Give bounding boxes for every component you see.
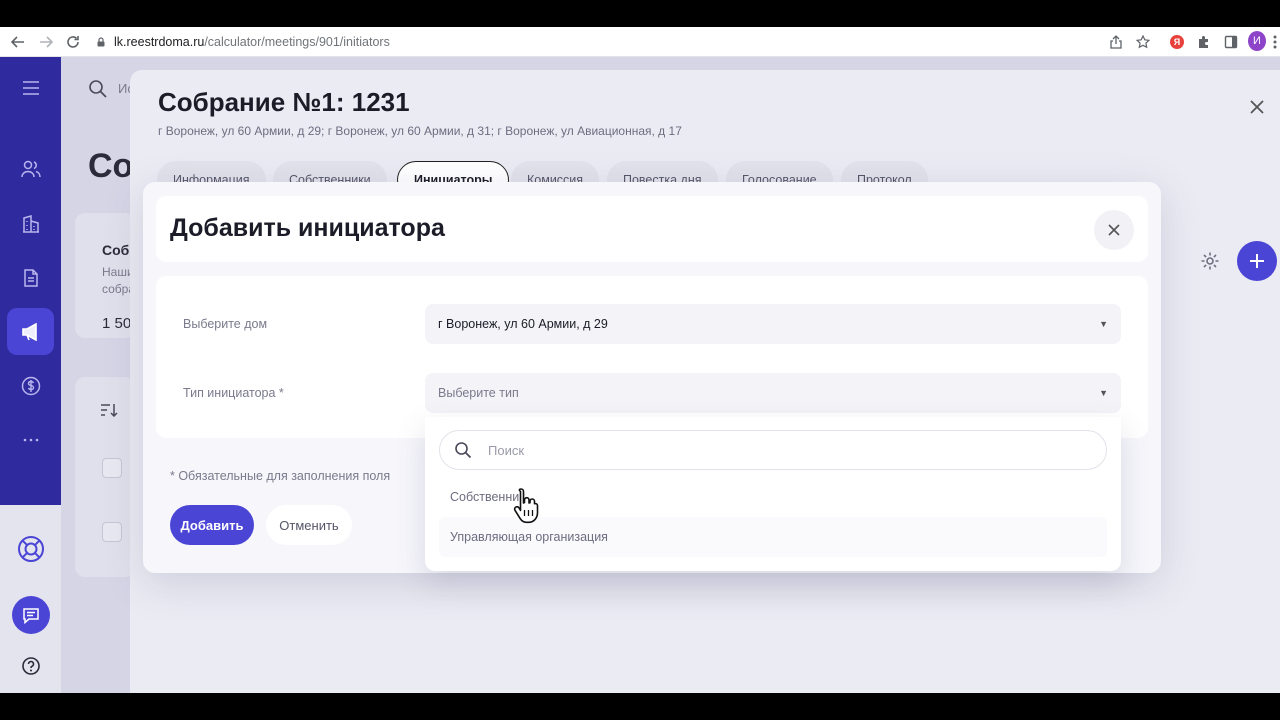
drawer-close-button[interactable]	[1243, 93, 1271, 121]
dropdown-search[interactable]	[439, 430, 1107, 470]
modal-title: Добавить инициатора	[170, 214, 445, 242]
bg-row-checkbox	[102, 522, 122, 542]
sidebar-bottom	[0, 505, 61, 693]
close-icon	[1250, 100, 1264, 114]
yandex-extension-icon[interactable]: Я	[1168, 33, 1186, 51]
lock-icon	[97, 37, 105, 47]
house-select-value: г Воронеж, ул 60 Армии, д 29	[438, 317, 608, 331]
chat-icon	[23, 607, 39, 624]
help-icon[interactable]	[21, 656, 41, 676]
menu-dots-icon[interactable]	[1266, 33, 1280, 51]
url-path: /calculator/meetings/901/initiators	[204, 35, 390, 49]
hand-cursor-icon	[513, 488, 539, 524]
add-button[interactable]	[1237, 241, 1277, 281]
caret-down-icon: ▼	[1099, 319, 1108, 329]
settings-gear-icon[interactable]	[1196, 247, 1224, 275]
search-icon	[88, 79, 108, 104]
initiator-type-label: Тип инициатора *	[183, 386, 284, 400]
bg-page-title: Со	[88, 147, 134, 185]
modal-form	[156, 276, 1148, 438]
browser-toolbar: lk.reestrdoma.ru/calculator/meetings/901…	[0, 27, 1280, 57]
house-label: Выберите дом	[183, 317, 268, 331]
letterbox-bottom	[0, 693, 1280, 720]
sidebar	[0, 57, 61, 505]
chat-button[interactable]	[12, 596, 50, 634]
lifebuoy-icon[interactable]	[14, 532, 48, 566]
profile-avatar[interactable]: И	[1248, 31, 1266, 51]
app-root: Ис Со Собр Наши собра 1 50 Собрание №1: …	[0, 57, 1280, 693]
letterbox-top	[0, 0, 1280, 27]
required-fields-note: * Обязательные для заполнения поля	[170, 469, 391, 483]
drawer-address: г Воронеж, ул 60 Армии, д 29; г Воронеж,…	[158, 124, 682, 138]
puzzle-icon[interactable]	[1195, 33, 1213, 51]
add-initiator-button[interactable]: Добавить	[170, 505, 254, 545]
users-icon[interactable]	[18, 156, 44, 182]
back-arrow-icon[interactable]	[8, 32, 28, 52]
url-host: lk.reestrdoma.ru	[114, 35, 205, 49]
bg-card-line1: Наши	[102, 265, 134, 279]
megaphone-icon	[18, 319, 44, 345]
hamburger-icon[interactable]	[18, 75, 44, 101]
document-icon[interactable]	[18, 265, 44, 291]
house-select[interactable]: г Воронеж, ул 60 Армии, д 29 ▼	[425, 304, 1121, 344]
share-icon[interactable]	[1107, 33, 1125, 51]
sort-icon	[100, 403, 118, 422]
cancel-button[interactable]: Отменить	[266, 505, 352, 545]
dropdown-search-input[interactable]	[486, 441, 1050, 459]
coin-icon[interactable]	[18, 373, 44, 399]
star-icon[interactable]	[1134, 33, 1152, 51]
sidepanel-icon[interactable]	[1222, 33, 1240, 51]
drawer-title: Собрание №1: 1231	[158, 87, 410, 117]
search-icon	[455, 442, 472, 459]
forward-arrow-icon[interactable]	[36, 32, 56, 52]
reload-icon[interactable]	[63, 32, 83, 52]
close-icon	[1108, 224, 1120, 236]
plus-icon	[1250, 254, 1264, 268]
caret-down-icon: ▼	[1099, 388, 1108, 398]
address-bar[interactable]: lk.reestrdoma.ru/calculator/meetings/901…	[90, 30, 1100, 54]
more-dots-icon[interactable]	[18, 427, 44, 453]
bg-card-value: 1 50	[102, 315, 132, 332]
bg-row-checkbox	[102, 458, 122, 478]
initiator-type-select[interactable]: Выберите тип ▼	[425, 373, 1121, 413]
initiator-type-placeholder: Выберите тип	[438, 386, 519, 400]
building-icon[interactable]	[18, 211, 44, 237]
modal-close-button[interactable]	[1094, 210, 1134, 250]
